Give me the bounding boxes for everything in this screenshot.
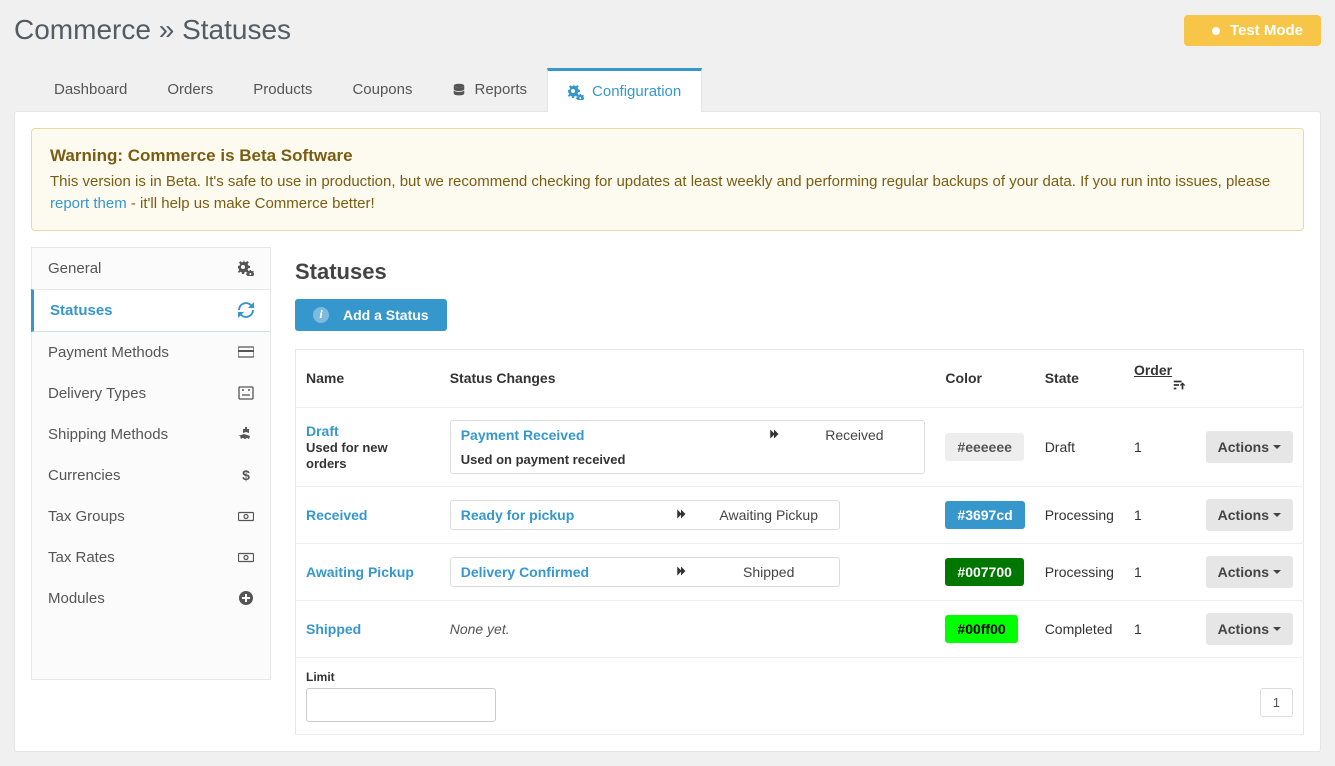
- table-row: Received Ready for pickup Awaiting Pickup #…: [296, 486, 1304, 543]
- status-link[interactable]: Shipped: [306, 621, 361, 637]
- col-state[interactable]: State: [1035, 349, 1124, 407]
- tab-coupons[interactable]: Coupons: [332, 68, 432, 111]
- tab-reports[interactable]: Reports: [432, 68, 547, 111]
- page-title: Statuses: [295, 259, 1304, 285]
- breadcrumb-current: Statuses: [182, 14, 291, 45]
- svg-text:$: $: [242, 467, 250, 483]
- status-change-box[interactable]: Delivery Confirmed Shipped: [450, 557, 840, 587]
- order-cell: 1: [1124, 543, 1196, 600]
- status-link[interactable]: Received: [306, 507, 367, 523]
- money-icon: [238, 549, 254, 565]
- config-sidebar: GeneralStatusesPayment MethodsDelivery T…: [31, 247, 271, 680]
- sidebar-item-statuses[interactable]: Statuses: [31, 289, 270, 332]
- dot-icon: [1212, 27, 1220, 35]
- table-row: DraftUsed for new ordersPayment Received…: [296, 407, 1304, 486]
- table-row: Shipped None yet. #00ff00 Completed1 Actions: [296, 600, 1304, 657]
- breadcrumb-sep: »: [159, 14, 175, 45]
- sidebar-item-tax-rates[interactable]: Tax Rates: [32, 537, 270, 578]
- status-change-none: None yet.: [450, 621, 510, 637]
- card-icon: [238, 344, 254, 360]
- gears-icon: [238, 260, 254, 276]
- test-mode-badge: Test Mode: [1184, 15, 1321, 46]
- color-swatch: #00ff00: [945, 615, 1017, 643]
- beta-warning-alert: Warning: Commerce is Beta Software This …: [31, 128, 1304, 231]
- status-change-box[interactable]: Ready for pickup Awaiting Pickup: [450, 500, 840, 530]
- caret-down-icon: [1273, 570, 1281, 578]
- color-swatch: #007700: [945, 558, 1024, 586]
- sidebar-item-modules[interactable]: Modules: [32, 578, 270, 619]
- col-color[interactable]: Color: [935, 349, 1034, 407]
- double-arrow-icon: [675, 507, 687, 523]
- col-name[interactable]: Name: [296, 349, 440, 407]
- limit-label: Limit: [306, 670, 1293, 684]
- order-cell: 1: [1124, 600, 1196, 657]
- pager-page[interactable]: 1: [1260, 688, 1293, 717]
- sort-desc-icon: [1172, 378, 1186, 395]
- sidebar-item-currencies[interactable]: Currencies$: [32, 455, 270, 496]
- sidebar-item-shipping-methods[interactable]: Shipping Methods: [32, 414, 270, 455]
- gears-icon: [568, 84, 584, 100]
- status-change-dest: Received: [794, 427, 914, 443]
- color-swatch: #eeeeee: [945, 433, 1024, 461]
- breadcrumb-root[interactable]: Commerce: [14, 14, 151, 45]
- row-actions-button[interactable]: Actions: [1206, 613, 1293, 645]
- row-actions-button[interactable]: Actions: [1206, 556, 1293, 588]
- alert-title: Warning: Commerce is Beta Software: [50, 143, 353, 169]
- table-row: Awaiting Pickup Delivery Confirmed Shipped…: [296, 543, 1304, 600]
- statuses-table: Name Status Changes Color State Order: [295, 349, 1304, 735]
- add-status-button[interactable]: i Add a Status: [295, 299, 447, 331]
- status-change-dest: Awaiting Pickup: [709, 507, 829, 523]
- sidebar-item-payment-methods[interactable]: Payment Methods: [32, 332, 270, 373]
- state-cell: Completed: [1035, 600, 1124, 657]
- col-status-changes[interactable]: Status Changes: [440, 349, 936, 407]
- row-actions-button[interactable]: Actions: [1206, 499, 1293, 531]
- tab-configuration[interactable]: Configuration: [547, 68, 702, 112]
- refresh-icon: [238, 302, 254, 318]
- tab-dashboard[interactable]: Dashboard: [34, 68, 147, 111]
- col-order[interactable]: Order: [1124, 349, 1196, 407]
- status-change-dest: Shipped: [709, 564, 829, 580]
- dollar-icon: $: [238, 467, 254, 483]
- row-actions-button[interactable]: Actions: [1206, 431, 1293, 463]
- state-cell: Processing: [1035, 543, 1124, 600]
- info-icon: i: [313, 307, 329, 323]
- database-icon: [452, 83, 466, 97]
- status-change-link[interactable]: Payment Received: [461, 427, 755, 443]
- status-sub: Used for new orders: [306, 440, 388, 471]
- plus-circle-icon: [238, 590, 254, 606]
- state-cell: Draft: [1035, 407, 1124, 486]
- color-swatch: #3697cd: [945, 501, 1024, 529]
- tab-orders[interactable]: Orders: [147, 68, 233, 111]
- state-cell: Processing: [1035, 486, 1124, 543]
- status-change-sub: Used on payment received: [461, 452, 626, 467]
- alert-body: This version is in Beta. It's safe to us…: [50, 173, 1270, 190]
- sidebar-item-delivery-types[interactable]: Delivery Types: [32, 373, 270, 414]
- status-change-box[interactable]: Payment Received Received Used on payment …: [450, 420, 926, 474]
- sidebar-item-general[interactable]: General: [32, 248, 270, 289]
- pager: 1: [1260, 688, 1293, 717]
- box-icon: [238, 385, 254, 401]
- double-arrow-icon: [675, 564, 687, 580]
- caret-down-icon: [1273, 513, 1281, 521]
- ship-icon: [238, 426, 254, 442]
- order-cell: 1: [1124, 486, 1196, 543]
- status-change-link[interactable]: Delivery Confirmed: [461, 564, 653, 580]
- breadcrumb: Commerce » Statuses: [14, 14, 291, 46]
- caret-down-icon: [1273, 445, 1281, 453]
- money-icon: [238, 508, 254, 524]
- status-link[interactable]: Awaiting Pickup: [306, 564, 414, 580]
- status-change-link[interactable]: Ready for pickup: [461, 507, 653, 523]
- caret-down-icon: [1273, 627, 1281, 635]
- alert-report-link[interactable]: report them: [50, 195, 127, 212]
- tab-products[interactable]: Products: [233, 68, 332, 111]
- order-cell: 1: [1124, 407, 1196, 486]
- limit-input[interactable]: [306, 688, 496, 722]
- status-link[interactable]: Draft: [306, 423, 339, 439]
- sidebar-item-tax-groups[interactable]: Tax Groups: [32, 496, 270, 537]
- double-arrow-icon: [768, 427, 780, 443]
